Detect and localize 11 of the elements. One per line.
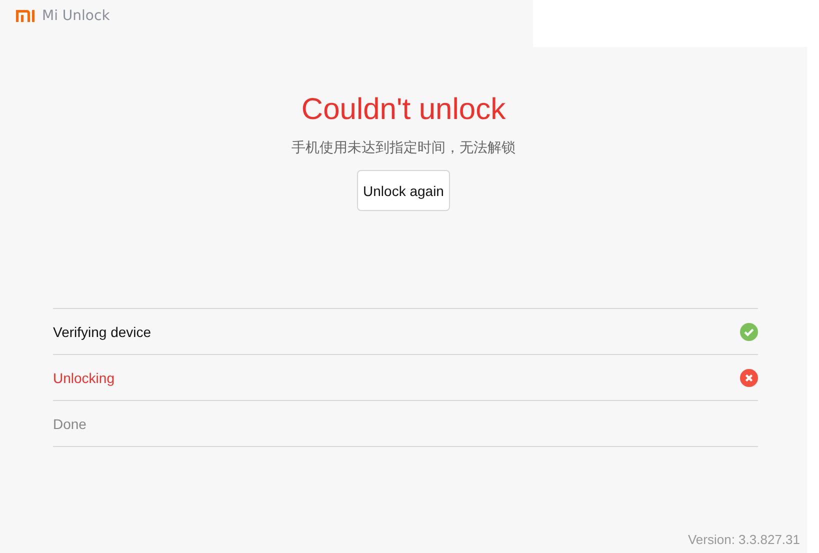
step-label: Done [53,416,86,432]
result-message: 手机使用未达到指定时间，无法解锁 [292,139,516,157]
version-text: Version: 3.3.827.31 [688,532,800,547]
error-icon [740,368,758,386]
app-title: Mi Unlock [42,8,110,24]
check-icon [740,322,758,340]
result-title: Couldn't unlock [301,93,506,127]
step-label: Unlocking [53,370,114,386]
logo-icon [16,10,36,22]
unlock-again-button[interactable]: Unlock again [357,170,450,211]
step-label: Verifying device [53,324,152,340]
